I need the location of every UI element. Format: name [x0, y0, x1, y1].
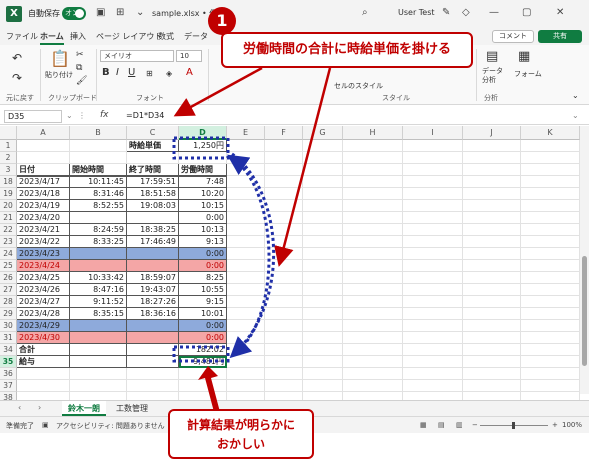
arrow-to-formula	[173, 66, 263, 117]
dotted-link-up	[227, 154, 271, 356]
top-callout-text: 労働時間の合計に時給単価を掛ける	[242, 42, 451, 57]
bottom-callout-line1: 計算結果が明らかに	[186, 418, 295, 432]
annotation-overlay	[172, 66, 332, 412]
bottom-callout: 計算結果が明らかに おかしい	[168, 409, 314, 459]
top-callout: 労働時間の合計に時給単価を掛ける	[221, 32, 473, 68]
step-number-badge: 1	[208, 7, 236, 35]
highlight-d34	[172, 345, 230, 363]
arrow-to-total	[274, 67, 332, 267]
bottom-callout-line2: おかしい	[216, 437, 265, 451]
arrow-to-d35	[198, 366, 220, 412]
highlight-d1	[172, 136, 230, 160]
